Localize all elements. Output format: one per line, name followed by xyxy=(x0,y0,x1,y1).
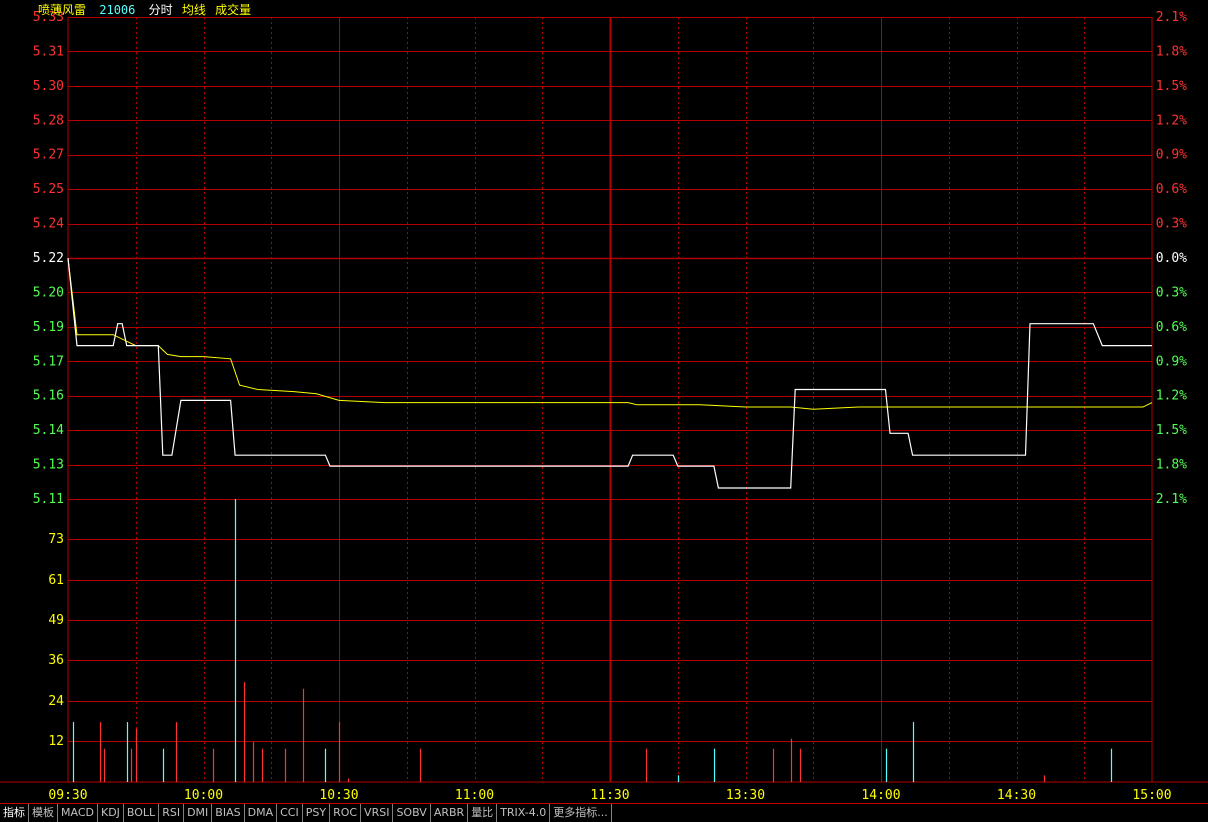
percent-tick-label: 0.3% xyxy=(1156,217,1187,232)
indicator-tab-bar: 指标 模板 MACD KDJ BOLL RSI DMI BIAS DMA CCI PSY ROC VRS… xyxy=(0,803,1208,822)
tab-boll[interactable]: BOLL xyxy=(124,804,160,822)
time-tick-label: 11:30 xyxy=(590,788,629,803)
percent-tick-label: 1.2% xyxy=(1156,113,1187,128)
tab-sobv[interactable]: SOBV xyxy=(393,804,431,822)
price-tick-label: 5.24 xyxy=(33,217,64,232)
volume-tick-label: 24 xyxy=(48,694,64,709)
percent-tick-label: 2.1% xyxy=(1156,492,1187,507)
price-tick-label: 5.27 xyxy=(33,148,64,163)
price-tick-label: 5.13 xyxy=(33,458,64,473)
price-tick-label: 5.30 xyxy=(33,79,64,94)
percent-tick-label: 0.6% xyxy=(1156,182,1187,197)
percent-tick-label: 0.3% xyxy=(1156,285,1187,300)
price-tick-label: 5.20 xyxy=(33,285,64,300)
tab-dma[interactable]: DMA xyxy=(245,804,278,822)
volume-axis-labels: 73 61 49 36 24 12 xyxy=(48,532,64,749)
volume-bars xyxy=(72,499,1113,782)
volume-tick-label: 12 xyxy=(48,734,64,749)
percent-tick-label: 0.0% xyxy=(1156,251,1187,266)
tab-rsi[interactable]: RSI xyxy=(159,804,185,822)
chart-header: 喷薄风雷 21006 分时 均线 成交量 xyxy=(38,1,257,17)
volume-tick-label: 49 xyxy=(48,613,64,628)
percent-tick-label: 0.9% xyxy=(1156,354,1187,369)
volume-tick-label: 73 xyxy=(48,532,64,547)
price-tick-label: 5.28 xyxy=(33,113,64,128)
percent-tick-label: 1.8% xyxy=(1156,44,1187,59)
time-tick-label: 11:00 xyxy=(455,788,494,803)
time-axis-labels: 09:30 10:00 10:30 11:00 11:30 13:30 14:00 14:30… xyxy=(48,788,1171,803)
tab-trix-4-0[interactable]: TRIX-4.0 xyxy=(497,804,551,822)
time-tick-label: 10:00 xyxy=(184,788,223,803)
price-tick-label: 5.16 xyxy=(33,389,64,404)
header-item-timeshare: 分时 xyxy=(148,3,173,17)
time-tick-label: 13:30 xyxy=(726,788,765,803)
tab-roc[interactable]: ROC xyxy=(330,804,362,822)
price-tick-label: 5.11 xyxy=(33,492,64,507)
percent-tick-label: 0.9% xyxy=(1156,148,1187,163)
price-axis-labels: 5.335.315.305.285.275.255.245.225.205.19… xyxy=(33,10,64,507)
percent-tick-label: 1.5% xyxy=(1156,79,1187,94)
percent-tick-label: 1.2% xyxy=(1156,389,1187,404)
intraday-chart[interactable]: 5.335.315.305.285.275.255.245.225.205.19… xyxy=(0,0,1208,803)
price-tick-label: 5.17 xyxy=(33,354,64,369)
time-tick-label: 14:00 xyxy=(861,788,900,803)
tab-kdj[interactable]: KDJ xyxy=(98,804,124,822)
tab-item-0[interactable]: 指标 xyxy=(0,804,29,822)
tab-item-17[interactable]: 更多指标... xyxy=(550,804,612,822)
percent-tick-label: 1.8% xyxy=(1156,458,1187,473)
volume-tick-label: 61 xyxy=(48,573,64,588)
stock-code: 21006 xyxy=(99,3,136,17)
price-tick-label: 5.25 xyxy=(33,182,64,197)
percent-tick-label: 2.1% xyxy=(1156,10,1187,25)
percent-tick-label: 1.5% xyxy=(1156,423,1187,438)
price-tick-label: 5.19 xyxy=(33,320,64,335)
header-item-volume: 成交量 xyxy=(215,3,252,17)
chart-grid xyxy=(0,17,1208,783)
tab-vrsi[interactable]: VRSI xyxy=(361,804,394,822)
tab-item-1[interactable]: 模板 xyxy=(29,804,58,822)
tab-cci[interactable]: CCI xyxy=(277,804,303,822)
tab-dmi[interactable]: DMI xyxy=(184,804,213,822)
percent-tick-label: 0.6% xyxy=(1156,320,1187,335)
header-item-avg: 均线 xyxy=(181,3,206,17)
price-tick-label: 5.22 xyxy=(33,251,64,266)
time-tick-label: 10:30 xyxy=(319,788,358,803)
price-tick-label: 5.31 xyxy=(33,44,64,59)
time-tick-label: 15:00 xyxy=(1132,788,1171,803)
time-tick-label: 09:30 xyxy=(48,788,87,803)
volume-tick-label: 36 xyxy=(48,653,64,668)
tab-macd[interactable]: MACD xyxy=(58,804,98,822)
tab-item-15[interactable]: 量比 xyxy=(468,804,498,822)
tab-psy[interactable]: PSY xyxy=(303,804,331,822)
tab-bias[interactable]: BIAS xyxy=(212,804,245,822)
time-tick-label: 14:30 xyxy=(997,788,1036,803)
tab-arbr[interactable]: ARBR xyxy=(431,804,469,822)
percent-axis-labels: 2.1% 1.8% 1.5% 1.2% 0.9% 0.6% 0.3% 0.0% 0.3% 0.6%… xyxy=(1156,10,1187,507)
price-tick-label: 5.14 xyxy=(33,423,64,438)
stock-name: 喷薄风雷 xyxy=(38,3,87,17)
